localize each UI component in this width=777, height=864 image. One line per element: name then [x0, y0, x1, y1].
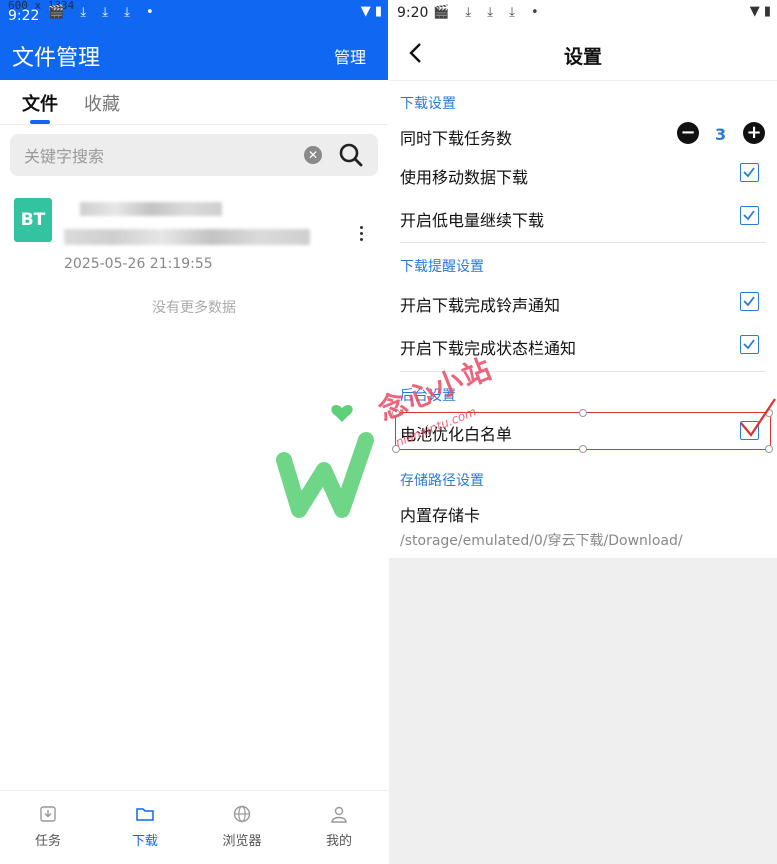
- mobile-data-checkbox[interactable]: [740, 163, 759, 182]
- folder-icon: [136, 808, 154, 821]
- section-title-reminder: 下载提醒设置: [400, 259, 484, 275]
- file-info-blurred: [64, 229, 310, 245]
- bt-file-icon: BT: [14, 198, 52, 242]
- internal-storage-label[interactable]: 内置存储卡: [400, 502, 480, 526]
- storage-path: /storage/emulated/0/穿云下载/Download/: [400, 533, 683, 549]
- statusbar-notify-label: 开启下载完成状态栏通知: [400, 339, 577, 358]
- increment-button[interactable]: +: [743, 122, 765, 144]
- status-signal-battery: ▼ ▮: [360, 4, 382, 19]
- tab-files[interactable]: 文件: [22, 90, 58, 116]
- nav-browser-label: 浏览器: [222, 834, 262, 849]
- sound-notify-checkbox[interactable]: [740, 292, 759, 311]
- status-time: 9:22: [8, 8, 40, 24]
- section-title-download: 下载设置: [400, 96, 456, 112]
- file-name-blurred: [80, 202, 222, 216]
- nav-tasks[interactable]: 任务: [13, 800, 83, 849]
- user-icon: [331, 806, 347, 823]
- nav-browser[interactable]: 浏览器: [207, 800, 277, 849]
- download-tray-icon: [40, 806, 56, 822]
- manage-button[interactable]: 管理: [334, 44, 366, 68]
- search-bar: ✕: [10, 134, 378, 178]
- status-icons: 🎬 ⤓ ⤓ ⤓ •: [48, 5, 160, 20]
- annotation-handle: [765, 445, 773, 453]
- checkmark-icon: [743, 210, 755, 221]
- status-signal-battery: ▼ ▮: [749, 4, 771, 19]
- nav-mine-label: 我的: [325, 834, 352, 849]
- checkmark-icon: [743, 339, 755, 350]
- settings-screen: 9:20 🎬 ⤓ ⤓ ⤓ • ▼ ▮ 设置 下载设置 同时下载任务数 − 3 +…: [374, 0, 777, 864]
- section-title-storage: 存储路径设置: [400, 473, 484, 489]
- more-options-icon[interactable]: [354, 224, 368, 246]
- nav-downloads[interactable]: 下载: [110, 800, 180, 849]
- hand-drawn-checkmark-icon: [740, 398, 776, 437]
- decrement-button[interactable]: −: [677, 122, 699, 144]
- header-divider: [389, 80, 777, 81]
- section-divider: [400, 242, 766, 243]
- clear-icon[interactable]: ✕: [304, 146, 322, 164]
- file-manager-screen: 600 x 1334 9:22 🎬 ⤓ ⤓ ⤓ • ▼ ▮ 文件管理 管理 文件…: [0, 0, 388, 864]
- tab-favorites[interactable]: 收藏: [84, 90, 120, 116]
- bottom-nav-divider: [0, 790, 388, 791]
- nav-tasks-label: 任务: [34, 834, 61, 849]
- mobile-data-label: 使用移动数据下载: [400, 168, 529, 187]
- file-date: 2025-05-26 21:19:55: [64, 256, 213, 272]
- statusbar-notify-checkbox[interactable]: [740, 335, 759, 354]
- search-icon[interactable]: [338, 142, 364, 168]
- annotation-handle: [579, 445, 587, 453]
- watermark-logo-icon: [276, 405, 374, 518]
- globe-icon: [233, 805, 251, 823]
- search-input[interactable]: [22, 134, 296, 178]
- page-title: 设置: [563, 46, 602, 68]
- sound-notify-label: 开启下载完成铃声通知: [400, 296, 561, 315]
- concurrent-tasks-value: 3: [715, 125, 727, 144]
- checkmark-icon: [743, 296, 755, 307]
- concurrent-tasks-label: 同时下载任务数: [400, 129, 513, 148]
- page-title: 文件管理: [12, 46, 101, 71]
- nav-downloads-label: 下载: [131, 834, 158, 849]
- low-battery-checkbox[interactable]: [740, 206, 759, 225]
- status-time: 9:20: [397, 5, 429, 21]
- tab-divider: [0, 124, 388, 125]
- no-more-data-text: 没有更多数据: [152, 300, 236, 316]
- annotation-handle: [579, 409, 587, 417]
- low-battery-label: 开启低电量继续下载: [400, 211, 545, 230]
- nav-mine[interactable]: 我的: [304, 800, 374, 849]
- status-icons: 🎬 ⤓ ⤓ ⤓ •: [433, 5, 545, 20]
- checkmark-icon: [743, 167, 755, 178]
